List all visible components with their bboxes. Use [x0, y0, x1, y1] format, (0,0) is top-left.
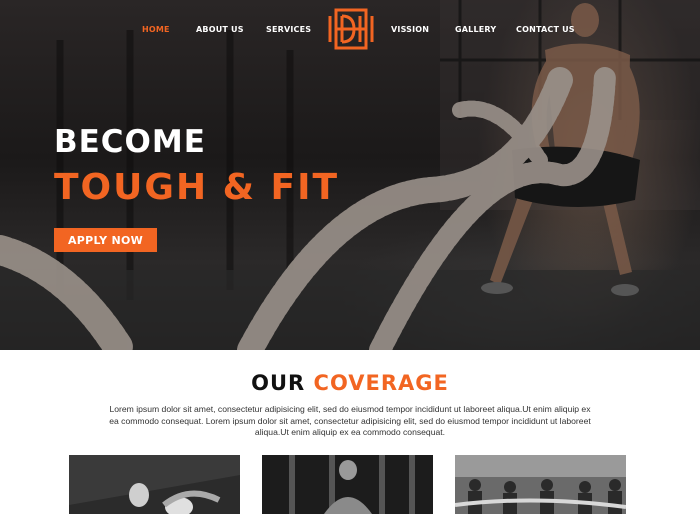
coverage-heading-orange: COVERAGE — [313, 371, 449, 395]
weightlifting-photo-image — [262, 455, 433, 514]
coverage-card-image-1[interactable] — [69, 455, 240, 514]
nav-vission-link[interactable]: VISSION — [391, 25, 429, 34]
monogram-logo-icon[interactable] — [326, 6, 376, 52]
hero-section: HOME ABOUT US SERVICES VISSION GALLERY C… — [0, 0, 700, 350]
coverage-description: Lorem ipsum dolor sit amet, consectetur … — [109, 404, 591, 437]
hero-title: BECOME — [54, 124, 206, 160]
top-navigation: HOME ABOUT US SERVICES VISSION GALLERY C… — [0, 0, 700, 62]
nav-services-link[interactable]: SERVICES — [266, 25, 311, 34]
nav-gallery-link[interactable]: GALLERY — [455, 25, 496, 34]
climbing-photo-image — [69, 455, 240, 514]
nav-contact-link[interactable]: CONTACT US — [516, 25, 575, 34]
nav-about-link[interactable]: ABOUT US — [196, 25, 244, 34]
nav-home-link[interactable]: HOME — [142, 25, 170, 34]
coverage-card-image-3[interactable] — [455, 455, 626, 514]
apply-now-button[interactable]: APPLY NOW — [54, 228, 157, 252]
coverage-card-image-2[interactable] — [262, 455, 433, 514]
group-training-photo-image — [455, 455, 626, 514]
coverage-heading: OUR COVERAGE — [0, 371, 700, 395]
coverage-heading-dark: OUR — [251, 371, 306, 395]
hero-subtitle: TOUGH & FIT — [54, 167, 340, 208]
